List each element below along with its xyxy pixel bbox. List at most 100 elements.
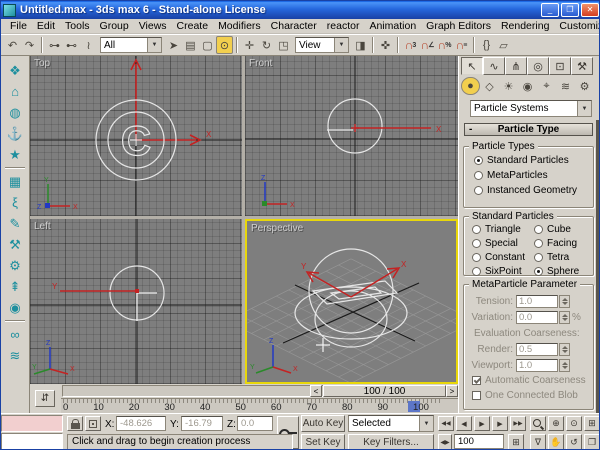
checkbox-automatic-coarseness[interactable]: Automatic Coarseness: [464, 373, 593, 388]
viewport-front[interactable]: Front X Z X: [245, 56, 458, 216]
panel-scrollbar[interactable]: [596, 120, 600, 413]
set-key-button[interactable]: Set Key: [301, 434, 345, 450]
named-selection-arrow-icon[interactable]: ▱: [495, 36, 512, 54]
radio-icon[interactable]: [534, 239, 543, 248]
maxscript-macro-recorder[interactable]: [1, 415, 63, 432]
radio-cube[interactable]: Cube: [530, 222, 590, 236]
menu-views[interactable]: Views: [134, 20, 172, 32]
key-filters-button[interactable]: Key Filters...: [348, 434, 434, 450]
auto-key-button[interactable]: Auto Key: [301, 415, 345, 432]
checkbox-icon[interactable]: [472, 391, 481, 400]
radio-icon[interactable]: [474, 156, 483, 165]
current-frame-field[interactable]: 100: [454, 434, 504, 449]
chevron-down-icon[interactable]: ▼: [147, 38, 161, 52]
viewport-perspective[interactable]: Perspective: [245, 219, 458, 384]
tab-display-icon[interactable]: ⊡: [549, 57, 571, 75]
select-and-move-icon[interactable]: ✛: [241, 36, 258, 54]
previous-frame-button[interactable]: ◀: [456, 416, 472, 431]
checkbox-one-connected-blob[interactable]: One Connected Blob: [464, 388, 593, 403]
mini-curve-editor-button[interactable]: ⇵: [35, 390, 55, 407]
unlink-selection-icon[interactable]: ⊷: [63, 36, 80, 54]
menu-graph-editors[interactable]: Graph Editors: [421, 20, 496, 32]
category-shapes-icon[interactable]: ◇: [480, 77, 499, 95]
viewport-perspective-label[interactable]: Perspective: [251, 223, 303, 234]
snap-toggle-3d-icon[interactable]: ∩3: [402, 36, 419, 54]
menu-character[interactable]: Character: [266, 20, 322, 32]
radio-icon[interactable]: [472, 225, 481, 234]
menu-file[interactable]: File: [5, 20, 32, 32]
selection-lock-button[interactable]: [67, 416, 83, 431]
variation-spinner[interactable]: [559, 311, 570, 324]
tab-hierarchy-icon[interactable]: ⋔: [505, 57, 527, 75]
left-tab-icon[interactable]: ❖: [4, 60, 26, 81]
radio-icon[interactable]: [474, 171, 483, 180]
left-tab-icon[interactable]: ⚙: [4, 255, 26, 276]
zoom-extents-all-icon[interactable]: ⊞: [584, 416, 600, 431]
radio-icon[interactable]: [474, 186, 483, 195]
radio-sphere[interactable]: Sphere: [530, 264, 590, 278]
render-spinner[interactable]: [559, 343, 570, 356]
category-cameras-icon[interactable]: ◉: [518, 77, 537, 95]
radio-icon[interactable]: [472, 253, 481, 262]
zoom-all-icon[interactable]: ⊕: [548, 416, 564, 431]
crossing-selection-icon[interactable]: ⊙: [216, 36, 233, 54]
tab-modify-icon[interactable]: ∿: [483, 57, 505, 75]
arc-rotate-icon[interactable]: ↺: [566, 434, 582, 450]
field-of-view-icon[interactable]: ∇: [530, 434, 546, 450]
select-and-rotate-icon[interactable]: ↻: [258, 36, 275, 54]
radio-tetra[interactable]: Tetra: [530, 250, 590, 264]
menu-create[interactable]: Create: [172, 20, 214, 32]
minimize-button[interactable]: _: [541, 3, 559, 17]
viewport-front-label[interactable]: Front: [249, 58, 272, 69]
object-category-dropdown[interactable]: Particle Systems ▼: [470, 100, 592, 117]
radio-constant[interactable]: Constant: [468, 250, 530, 264]
key-selection-dropdown[interactable]: Selected ▼: [348, 415, 434, 432]
x-coordinate-field[interactable]: -48.626: [116, 416, 166, 431]
key-mode-toggle[interactable]: ◀▶: [438, 434, 452, 450]
rollout-particle-type[interactable]: - Particle Type: [464, 123, 593, 136]
menu-customize[interactable]: Customize: [554, 20, 600, 32]
radio-icon[interactable]: [534, 267, 543, 276]
reference-coordinate-dropdown[interactable]: View ▼: [295, 37, 349, 53]
viewport-left[interactable]: Left Y Z Y X: [30, 219, 242, 384]
checkbox-icon[interactable]: [472, 376, 481, 385]
category-geometry-icon[interactable]: ●: [461, 77, 480, 95]
pan-icon[interactable]: ✋: [548, 434, 564, 450]
rectangular-selection-region-icon[interactable]: ▢: [199, 36, 216, 54]
category-systems-icon[interactable]: ⚙: [575, 77, 594, 95]
category-lights-icon[interactable]: ☀: [499, 77, 518, 95]
left-tab-icon[interactable]: ✎: [4, 213, 26, 234]
menu-reactor[interactable]: reactor: [322, 20, 365, 32]
left-tab-icon[interactable]: ξ: [4, 192, 26, 213]
menu-group[interactable]: Group: [95, 20, 134, 32]
go-to-end-button[interactable]: ▶▶: [510, 416, 526, 431]
menu-rendering[interactable]: Rendering: [496, 20, 554, 32]
render-field[interactable]: 0.5: [516, 343, 558, 356]
selection-filter-dropdown[interactable]: All ▼: [100, 37, 162, 53]
z-coordinate-field[interactable]: 0.0: [237, 416, 273, 431]
radio-instanced-geometry[interactable]: Instanced Geometry: [464, 183, 593, 198]
left-tab-icon[interactable]: ∞: [4, 324, 26, 345]
select-and-link-icon[interactable]: ⊶: [46, 36, 63, 54]
radio-icon[interactable]: [534, 225, 543, 234]
variation-field[interactable]: 0.0: [516, 311, 558, 324]
use-pivot-point-icon[interactable]: ◨: [352, 36, 369, 54]
restore-button[interactable]: ❐: [561, 3, 579, 17]
next-frame-button[interactable]: ▶: [492, 416, 508, 431]
left-tab-icon[interactable]: ▦: [4, 171, 26, 192]
radio-standard-particles[interactable]: Standard Particles: [464, 153, 593, 168]
angle-snap-icon[interactable]: ∩∠: [419, 36, 436, 54]
menu-edit[interactable]: Edit: [32, 20, 60, 32]
named-selection-sets-icon[interactable]: {}: [478, 36, 495, 54]
tab-create-icon[interactable]: ↖: [461, 57, 483, 75]
play-button[interactable]: ▶: [474, 416, 490, 431]
bind-to-space-warp-icon[interactable]: ≀: [80, 36, 97, 54]
previous-frame-arrow[interactable]: <: [310, 385, 322, 397]
radio-triangle[interactable]: Triangle: [468, 222, 530, 236]
viewport-field[interactable]: 1.0: [516, 359, 558, 372]
chevron-down-icon[interactable]: ▼: [577, 101, 591, 116]
spinner-snap-icon[interactable]: ∩≡: [453, 36, 470, 54]
viewport-top-label[interactable]: Top: [34, 58, 50, 69]
left-tab-icon[interactable]: ≋: [4, 345, 26, 366]
select-object-icon[interactable]: ➤: [165, 36, 182, 54]
